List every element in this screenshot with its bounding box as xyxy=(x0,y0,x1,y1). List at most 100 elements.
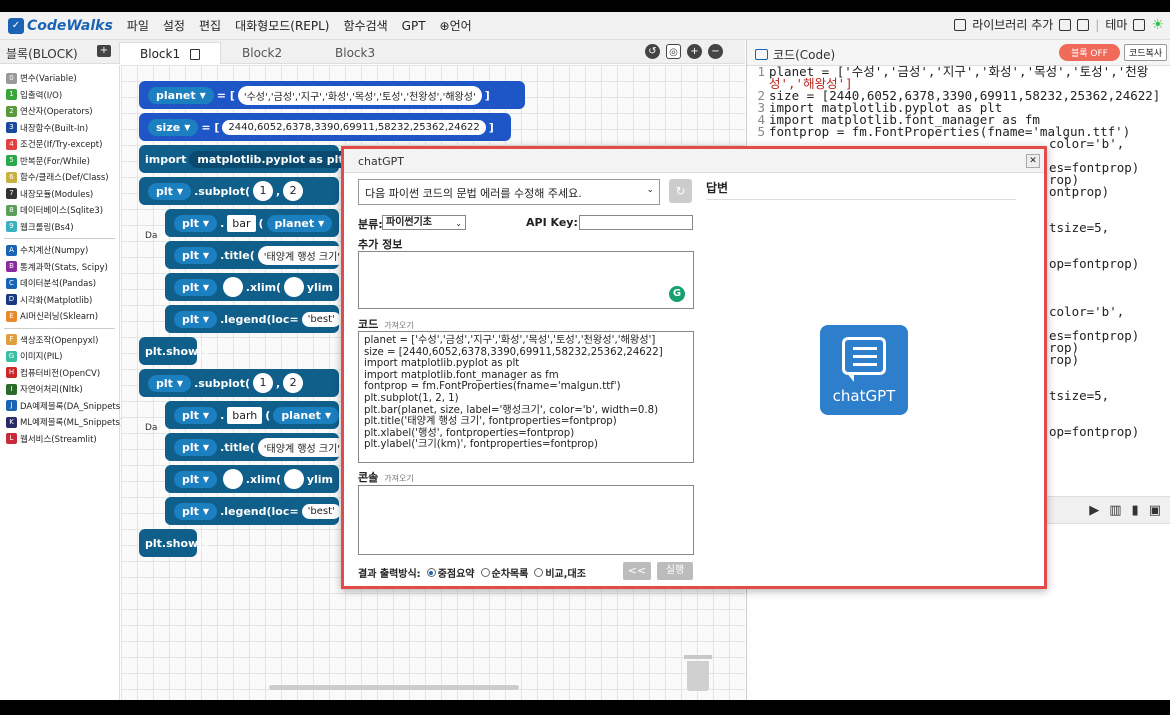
zoom-out-icon[interactable]: − xyxy=(708,44,723,59)
menu-edit[interactable]: 편집 xyxy=(199,17,221,34)
title-literal[interactable]: '태양계 행성 크기' xyxy=(257,245,347,265)
load-console-button[interactable]: 가져오기 xyxy=(384,474,413,483)
block-xlim-2[interactable]: plt ▼ .xlim( ylim xyxy=(165,465,339,493)
block-bar-1[interactable]: plt ▼ . bar ( planet ▼ xyxy=(165,209,339,237)
block-barh-2[interactable]: plt ▼ . barh ( planet ▼ xyxy=(165,401,340,429)
subplot-arg-1[interactable]: 1 xyxy=(252,181,273,201)
code-textarea[interactable]: planet = ['수성','금성','지구','화성','목성','토성',… xyxy=(358,331,694,463)
var-planet-pill[interactable]: planet ▼ xyxy=(148,86,214,104)
barh-method[interactable]: barh xyxy=(227,406,263,424)
new-block-icon[interactable]: + xyxy=(97,45,111,57)
category-opencv[interactable]: H 컴퓨터비전(OpenCV) xyxy=(0,365,119,382)
block-show-1[interactable]: plt.show() xyxy=(139,337,208,365)
plt-pill[interactable]: plt ▼ xyxy=(174,470,218,488)
layout-left-icon[interactable] xyxy=(1059,18,1072,31)
category-variable[interactable]: 0 변수(Variable) xyxy=(0,70,119,87)
category-io[interactable]: 1 입출력(I/O) xyxy=(0,87,119,104)
empty-slot[interactable] xyxy=(223,469,243,489)
library-add-button[interactable]: 라이브러리 추가 xyxy=(972,16,1053,33)
block-subplot-2[interactable]: plt ▼ .subplot( 1 , 2 xyxy=(139,369,339,397)
menu-function-search[interactable]: 함수검색 xyxy=(343,17,387,34)
plt-pill[interactable]: plt ▼ xyxy=(174,406,218,424)
block-import[interactable]: import matplotlib.pyplot as plt▼ xyxy=(139,145,362,173)
load-code-button[interactable]: 가져오기 xyxy=(384,321,413,330)
category-stats[interactable]: B 통계과학(Stats, Scipy) xyxy=(0,259,119,276)
category-ml-snippets[interactable]: K ML예제블록(ML_Snippets) xyxy=(0,414,123,431)
block-xlim-1[interactable]: plt ▼ .xlim( ylim xyxy=(165,273,339,301)
block-show-2[interactable]: plt.show() xyxy=(139,529,208,557)
category-def-class[interactable]: 6 함수/클래스(Def/Class) xyxy=(0,169,119,186)
category-loop[interactable]: 5 반복문(For/While) xyxy=(0,153,119,170)
play-icon[interactable]: ▶ xyxy=(1089,503,1099,518)
grammarly-icon[interactable]: G xyxy=(669,286,685,302)
radio-sequential[interactable]: 순차목록 xyxy=(480,565,528,580)
import-module-pill[interactable]: matplotlib.pyplot as plt▼ xyxy=(189,150,362,168)
tab-block2[interactable]: Block2 xyxy=(222,42,302,64)
var-size-pill[interactable]: size ▼ xyxy=(148,118,199,136)
plt-pill[interactable]: plt ▼ xyxy=(174,310,218,328)
plt-pill[interactable]: plt ▼ xyxy=(174,438,218,456)
legend-literal[interactable]: 'best' xyxy=(301,503,341,519)
plt-pill[interactable]: plt ▼ xyxy=(174,214,218,232)
block-size-assign[interactable]: size ▼ = [ 2440,6052,6378,3390,69911,5823… xyxy=(139,113,511,141)
center-icon[interactable]: ◎ xyxy=(666,44,681,59)
title-literal[interactable]: '태양계 행성 크기' xyxy=(257,437,347,457)
tab-block1[interactable]: Block1 xyxy=(119,42,221,64)
trash-icon[interactable] xyxy=(684,655,712,691)
category-modules[interactable]: 7 내장모듈(Modules) xyxy=(0,186,119,203)
block-off-toggle[interactable]: 블록 OFF xyxy=(1059,44,1120,61)
legend-literal[interactable]: 'best' xyxy=(301,311,341,327)
size-list-literal[interactable]: 2440,6052,6378,3390,69911,58232,25362,24… xyxy=(222,119,486,135)
block-planet-assign[interactable]: planet ▼ = [ '수성','금성','지구','화성','목성','토성… xyxy=(139,81,525,109)
api-key-input[interactable] xyxy=(579,215,693,230)
block-title-2[interactable]: plt ▼ .title( '태양계 행성 크기' xyxy=(165,433,347,461)
category-numpy[interactable]: A 수치계산(Numpy) xyxy=(0,242,119,259)
plt-pill[interactable]: plt ▼ xyxy=(174,246,218,264)
reset-icon[interactable]: ↺ xyxy=(645,44,660,59)
category-matplotlib[interactable]: D 시각화(Matplotlib) xyxy=(0,292,119,309)
close-icon[interactable]: ✕ xyxy=(1026,154,1040,168)
category-da-snippets[interactable]: J DA예제블록(DA_Snippets) xyxy=(0,398,124,415)
planet-ref-pill[interactable]: planet ▼ xyxy=(266,214,333,232)
present-icon[interactable]: ▣ xyxy=(1149,503,1161,518)
category-sklearn[interactable]: E AI머신러닝(Sklearn) xyxy=(0,308,119,325)
category-streamlit[interactable]: L 웹서비스(Streamlit) xyxy=(0,431,119,448)
copy-code-button[interactable]: 코드복사 xyxy=(1124,44,1168,61)
plt-pill[interactable]: plt ▼ xyxy=(148,182,192,200)
plt-pill[interactable]: plt ▼ xyxy=(174,502,218,520)
back-button[interactable]: << xyxy=(623,562,651,580)
category-sqlite[interactable]: 8 데이터베이스(Sqlite3) xyxy=(0,202,119,219)
plt-pill[interactable]: plt ▼ xyxy=(174,278,218,296)
block-legend-1[interactable]: plt ▼ .legend(loc= 'best' xyxy=(165,305,341,333)
radio-compare[interactable]: 비교,대조 xyxy=(534,565,586,580)
block-legend-2[interactable]: plt ▼ .legend(loc= 'best' xyxy=(165,497,341,525)
category-openpyxl[interactable]: F 색상조작(Openpyxl) xyxy=(0,332,119,349)
menu-file[interactable]: 파일 xyxy=(127,17,149,34)
planet-ref-pill[interactable]: planet ▼ xyxy=(273,406,340,424)
menu-gpt[interactable]: GPT xyxy=(402,19,426,33)
menu-settings[interactable]: 설정 xyxy=(163,17,185,34)
plt-pill[interactable]: plt ▼ xyxy=(148,374,192,392)
prompt-select[interactable]: 다음 파이썬 코드의 문법 에러를 수정해 주세요. ⌄ xyxy=(358,179,660,205)
layout-split-icon[interactable] xyxy=(1077,18,1090,31)
subplot-arg-2[interactable]: 2 xyxy=(283,181,304,201)
run-button[interactable]: 실행 xyxy=(657,562,693,580)
app-logo[interactable]: ✓ CodeWalks xyxy=(8,17,113,34)
category-if[interactable]: 4 조건문(If/Try-except) xyxy=(0,136,119,153)
category-operators[interactable]: 2 연산자(Operators) xyxy=(0,103,119,120)
zoom-in-icon[interactable]: + xyxy=(687,44,702,59)
radio-summary[interactable]: 중점요약 xyxy=(426,565,475,580)
category-pil[interactable]: G 이미지(PIL) xyxy=(0,348,119,365)
block-subplot-1[interactable]: plt ▼ .subplot( 1 , 2 xyxy=(139,177,339,205)
refresh-icon[interactable]: ↻ xyxy=(669,179,692,203)
extra-info-textarea[interactable]: G xyxy=(358,251,694,309)
trash-icon[interactable]: ▮ xyxy=(1132,503,1139,518)
category-nltk[interactable]: I 자연어처리(Nltk) xyxy=(0,381,119,398)
category-select[interactable]: 파이썬기초 ⌄ xyxy=(382,215,466,230)
dialog-titlebar[interactable]: chatGPT ✕ xyxy=(344,149,1044,173)
menu-language[interactable]: ⊕언어 xyxy=(440,17,472,34)
chart-icon[interactable]: ▥ xyxy=(1109,503,1121,518)
empty-slot[interactable] xyxy=(223,277,243,297)
workspace-scrollbar[interactable] xyxy=(269,685,519,690)
subplot-arg-1[interactable]: 1 xyxy=(252,373,273,393)
